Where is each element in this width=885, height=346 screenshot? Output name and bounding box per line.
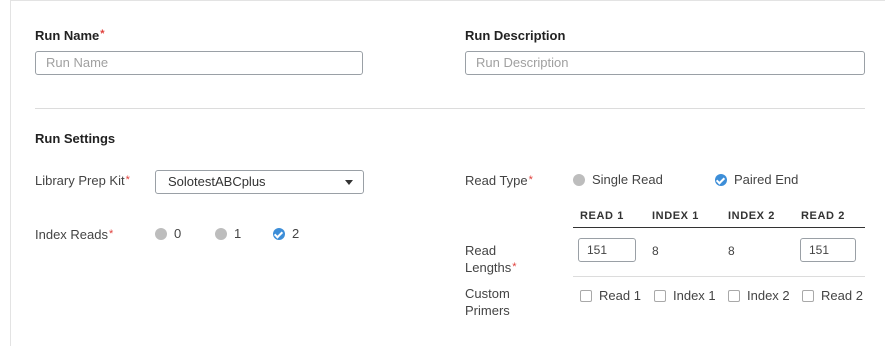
- custom-primer-label: Read 1: [599, 288, 641, 303]
- run-description-label: Run Description: [465, 28, 565, 43]
- column-header-read-1: READ 1: [580, 210, 624, 222]
- read-lengths-label-text: Read Lengths: [465, 243, 512, 275]
- read-lengths-label: Read Lengths*: [465, 242, 545, 276]
- table-header-rule: [573, 227, 865, 228]
- index-2-length-value: 8: [728, 244, 735, 258]
- library-prep-kit-value: SolotestABCplus: [168, 174, 266, 189]
- read-2-length-input[interactable]: 151: [800, 238, 856, 262]
- custom-primer-index-1-checkbox[interactable]: Index 1: [654, 288, 716, 303]
- column-header-read-2: READ 2: [801, 210, 845, 222]
- custom-primers-label: Custom Primers: [465, 286, 510, 318]
- custom-primer-read-2-checkbox[interactable]: Read 2: [802, 288, 863, 303]
- run-name-label-text: Run Name: [35, 28, 100, 43]
- custom-primer-index-2-checkbox[interactable]: Index 2: [728, 288, 790, 303]
- left-border: [10, 0, 11, 346]
- read-1-length-input[interactable]: 151: [578, 238, 636, 262]
- run-description-input[interactable]: Run Description: [465, 51, 865, 75]
- checkbox-unchecked-icon: [802, 289, 814, 302]
- checkbox-unchecked-icon: [728, 289, 740, 302]
- index-reads-option-2[interactable]: 2: [273, 226, 299, 241]
- table-row-divider: [573, 276, 865, 277]
- read-type-option-label: Paired End: [734, 172, 799, 187]
- read-type-paired-end[interactable]: Paired End: [715, 172, 798, 187]
- required-mark: *: [512, 261, 517, 273]
- library-prep-kit-label: Library Prep Kit*: [35, 172, 130, 189]
- section-divider: [35, 108, 865, 109]
- top-border: [10, 0, 885, 1]
- run-name-label: Run Name*: [35, 28, 105, 43]
- required-mark: *: [100, 28, 105, 40]
- column-header-index-2: INDEX 2: [728, 210, 775, 222]
- index-reads-option-0[interactable]: 0: [155, 226, 181, 241]
- read-type-label-text: Read Type: [465, 173, 528, 188]
- custom-primer-read-1-checkbox[interactable]: Read 1: [580, 288, 641, 303]
- run-settings-title: Run Settings: [35, 131, 116, 146]
- read-type-option-label: Single Read: [592, 172, 663, 187]
- radio-unselected-icon: [215, 227, 227, 240]
- radio-unselected-icon: [155, 227, 167, 240]
- radio-unselected-icon: [573, 173, 585, 186]
- index-reads-label-text: Index Reads: [35, 227, 108, 242]
- check-circle-icon: [273, 227, 285, 240]
- custom-primer-label: Index 1: [673, 288, 716, 303]
- read-type-label: Read Type*: [465, 172, 533, 189]
- check-circle-icon: [715, 173, 727, 186]
- required-mark: *: [125, 174, 130, 186]
- run-name-placeholder: Run Name: [46, 55, 109, 70]
- index-reads-option-label: 2: [292, 226, 300, 241]
- library-prep-kit-select[interactable]: SolotestABCplus: [155, 170, 364, 194]
- index-reads-option-label: 1: [234, 226, 242, 241]
- checkbox-unchecked-icon: [580, 289, 592, 302]
- custom-primer-label: Index 2: [747, 288, 790, 303]
- read-2-length-value: 151: [809, 243, 830, 257]
- library-prep-kit-label-text: Library Prep Kit: [35, 173, 125, 188]
- read-type-single-read[interactable]: Single Read: [573, 172, 663, 187]
- column-header-index-1: INDEX 1: [652, 210, 699, 222]
- run-name-input[interactable]: Run Name: [35, 51, 363, 75]
- index-1-length-value: 8: [652, 244, 659, 258]
- run-description-placeholder: Run Description: [476, 55, 569, 70]
- caret-down-icon: [345, 180, 353, 185]
- index-reads-label: Index Reads*: [35, 226, 113, 243]
- checkbox-unchecked-icon: [654, 289, 666, 302]
- required-mark: *: [528, 174, 533, 186]
- required-mark: *: [109, 228, 114, 240]
- index-reads-option-label: 0: [174, 226, 182, 241]
- index-reads-option-1[interactable]: 1: [215, 226, 241, 241]
- run-description-label-text: Run Description: [465, 28, 566, 43]
- custom-primer-label: Read 2: [821, 288, 863, 303]
- read-1-length-value: 151: [587, 243, 608, 257]
